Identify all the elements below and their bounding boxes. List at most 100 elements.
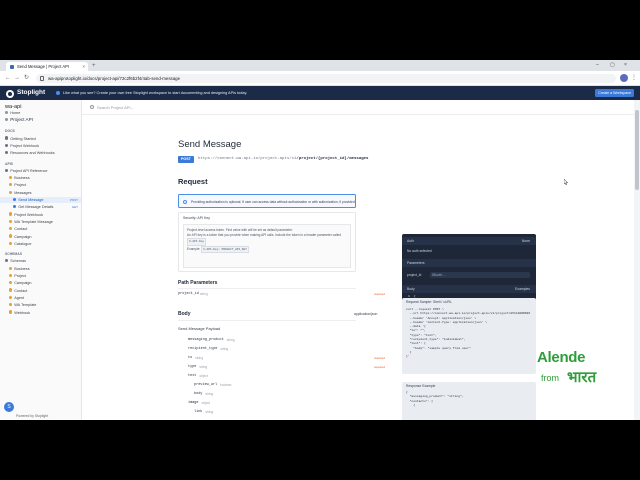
sidebar-item-project-webhook[interactable]: Project Webhook (0, 212, 81, 218)
response-sample-panel: Response Example { "messaging_product": … (402, 382, 536, 420)
browser-tab[interactable]: Send Message | Project API × (6, 62, 88, 71)
request-sample-head[interactable]: Request Sample: Shell / cURL (406, 299, 452, 305)
sidebar-item-business[interactable]: Business (0, 266, 81, 272)
security-code-2: X-API-Key: PROJECT_API_KEY (201, 245, 249, 253)
response-sample-code: { "messaging_product": "string", "contac… (406, 391, 464, 407)
sidebar-item-catalogue[interactable]: Catalogue (0, 241, 81, 247)
menu-kebab-icon[interactable]: ⋮ (631, 74, 637, 82)
sidebar-item-icon (9, 241, 13, 245)
payload-label: Send Message Payload (178, 326, 221, 331)
reload-icon[interactable]: ↻ (24, 74, 29, 83)
field-name: text (188, 374, 197, 378)
sidebar-item-project-api[interactable]: Project API (0, 117, 81, 123)
param-value: 85uofe… (432, 273, 446, 277)
tab-title: Send Message | Project API (17, 64, 70, 69)
create-workspace-button[interactable]: Create a Workspace (595, 89, 634, 97)
sidebar-item-wa-template-message[interactable]: WA Template Message (0, 219, 81, 225)
sidebar-item-icon (9, 266, 13, 270)
sidebar-item-icon (5, 259, 9, 263)
method-badge: GET (71, 205, 78, 210)
sidebar-section-schemas: SCHEMAS (0, 251, 81, 257)
response-sample-head[interactable]: Response Example (406, 383, 435, 389)
security-example-label: Example: (187, 246, 201, 251)
auth-section-head[interactable]: Auth None (402, 237, 536, 245)
sidebar-item-resources-and-webhooks[interactable]: Resources and Webhooks (0, 150, 81, 156)
examples-select[interactable]: Examples (515, 285, 530, 293)
new-tab-icon[interactable]: + (92, 61, 96, 71)
profile-avatar-icon[interactable] (620, 74, 628, 82)
params-section-head[interactable]: Parameters (402, 259, 536, 267)
search-placeholder: Search Project API... (97, 105, 134, 110)
sidebar-item-label: Webhook (14, 310, 31, 315)
stoplight-favicon-icon (10, 64, 14, 69)
sidebar-item-project[interactable]: Project (0, 182, 81, 188)
sidebar-item-agent[interactable]: Agent (0, 295, 81, 301)
sidebar-item-project-webhook[interactable]: Project Webhook (0, 143, 81, 149)
sidebar-item-get-message-details[interactable]: Get Message Details GET (0, 204, 81, 210)
sidebar-item-icon (9, 310, 13, 314)
tab-close-icon[interactable]: × (82, 62, 85, 71)
sidebar-item-contact[interactable]: Contact (0, 226, 81, 232)
stoplight-logo[interactable]: Stoplight (6, 88, 45, 98)
sidebar-item-icon (9, 303, 13, 307)
maximize-icon[interactable]: ▢ (610, 60, 615, 71)
sidebar-item-label: Agent (14, 295, 25, 300)
body-content-type[interactable]: application/json (354, 312, 377, 316)
sidebar-item-wa-template[interactable]: WA Template (0, 302, 81, 308)
sidebar-item-label: SCHEMAS (5, 252, 22, 257)
sidebar-item-icon (9, 190, 13, 194)
watermark-word-3: भारत (567, 368, 597, 386)
sidebar-item-label: Project Webhook (10, 143, 40, 148)
security-heading[interactable]: Security: API Key (183, 215, 210, 221)
minimize-icon[interactable]: – (596, 60, 599, 71)
sidebar-item-icon (5, 136, 9, 140)
logo-text: Stoplight (17, 89, 46, 96)
auth-none-select[interactable]: None (522, 237, 530, 245)
security-details: Project-level access token. Find value w… (183, 224, 351, 268)
url-input[interactable]: wa-apiprotoplight.io/docs/project-api/72… (36, 74, 616, 83)
sidebar-item-label: DOCS (5, 129, 15, 134)
sidebar-footer[interactable]: Powered by Stoplight (16, 414, 48, 418)
sidebar-item-send-message[interactable]: Send Message POST (0, 197, 81, 203)
sidebar-item-schemas[interactable]: Schemas (0, 258, 81, 264)
sidebar-item-getting-started[interactable]: Getting Started (0, 136, 81, 142)
window-close-icon[interactable]: × (624, 60, 627, 71)
field-name: messaging_product (188, 338, 224, 342)
param-input[interactable]: 85uofe… (430, 272, 530, 278)
info-icon (183, 200, 187, 204)
request-sample-panel: Request Sample: Shell / cURL curl --requ… (402, 298, 536, 374)
auth-value: No auth selected (407, 249, 432, 253)
watermark-word-1: Alende (537, 349, 586, 366)
sidebar-item-label: Messages (14, 190, 32, 195)
body-section-head[interactable]: Body Examples (402, 285, 536, 293)
stoplight-help-icon[interactable]: S (4, 402, 14, 412)
forward-icon[interactable]: → (14, 74, 20, 83)
page-title: Send Message (178, 139, 242, 150)
field-name: body (194, 392, 203, 396)
search-bar[interactable]: Search Project API... (82, 100, 640, 115)
endpoint-url[interactable]: https://connect.wa-api.io/project-apis/v… (198, 156, 368, 163)
body-heading: Body (178, 311, 191, 317)
sidebar-item-label: Campaign (14, 281, 32, 286)
body-head-label: Body (407, 287, 415, 291)
params-head-label: Parameters (407, 261, 425, 265)
sidebar-item-contact[interactable]: Contact (0, 288, 81, 294)
sidebar-item-home[interactable]: Home (0, 110, 81, 116)
sidebar-item-business[interactable]: Business (0, 175, 81, 181)
back-icon[interactable]: ← (5, 74, 11, 83)
scrollbar-thumb[interactable] (635, 110, 639, 190)
sidebar-item-label: Project API (10, 117, 33, 123)
path-params-heading: Path Parameters (178, 280, 218, 286)
sidebar-item-messages[interactable]: Messages (0, 190, 81, 196)
search-icon (90, 105, 94, 109)
auth-head-label: Auth (407, 239, 414, 243)
sidebar-item-project[interactable]: Project (0, 273, 81, 279)
sidebar-item-project-api-reference[interactable]: Project API Reference (0, 168, 81, 174)
sidebar-item-campaign[interactable]: Campaign (0, 280, 81, 286)
field-name: link (194, 410, 203, 414)
watermark-word-2: from (541, 373, 559, 383)
sidebar-item-webhook[interactable]: Webhook (0, 310, 81, 316)
sidebar-item-campaign[interactable]: Campaign (0, 234, 81, 240)
sidebar-item-label: Campaign (14, 234, 32, 239)
sidebar-item-label: WA Template (14, 303, 37, 308)
